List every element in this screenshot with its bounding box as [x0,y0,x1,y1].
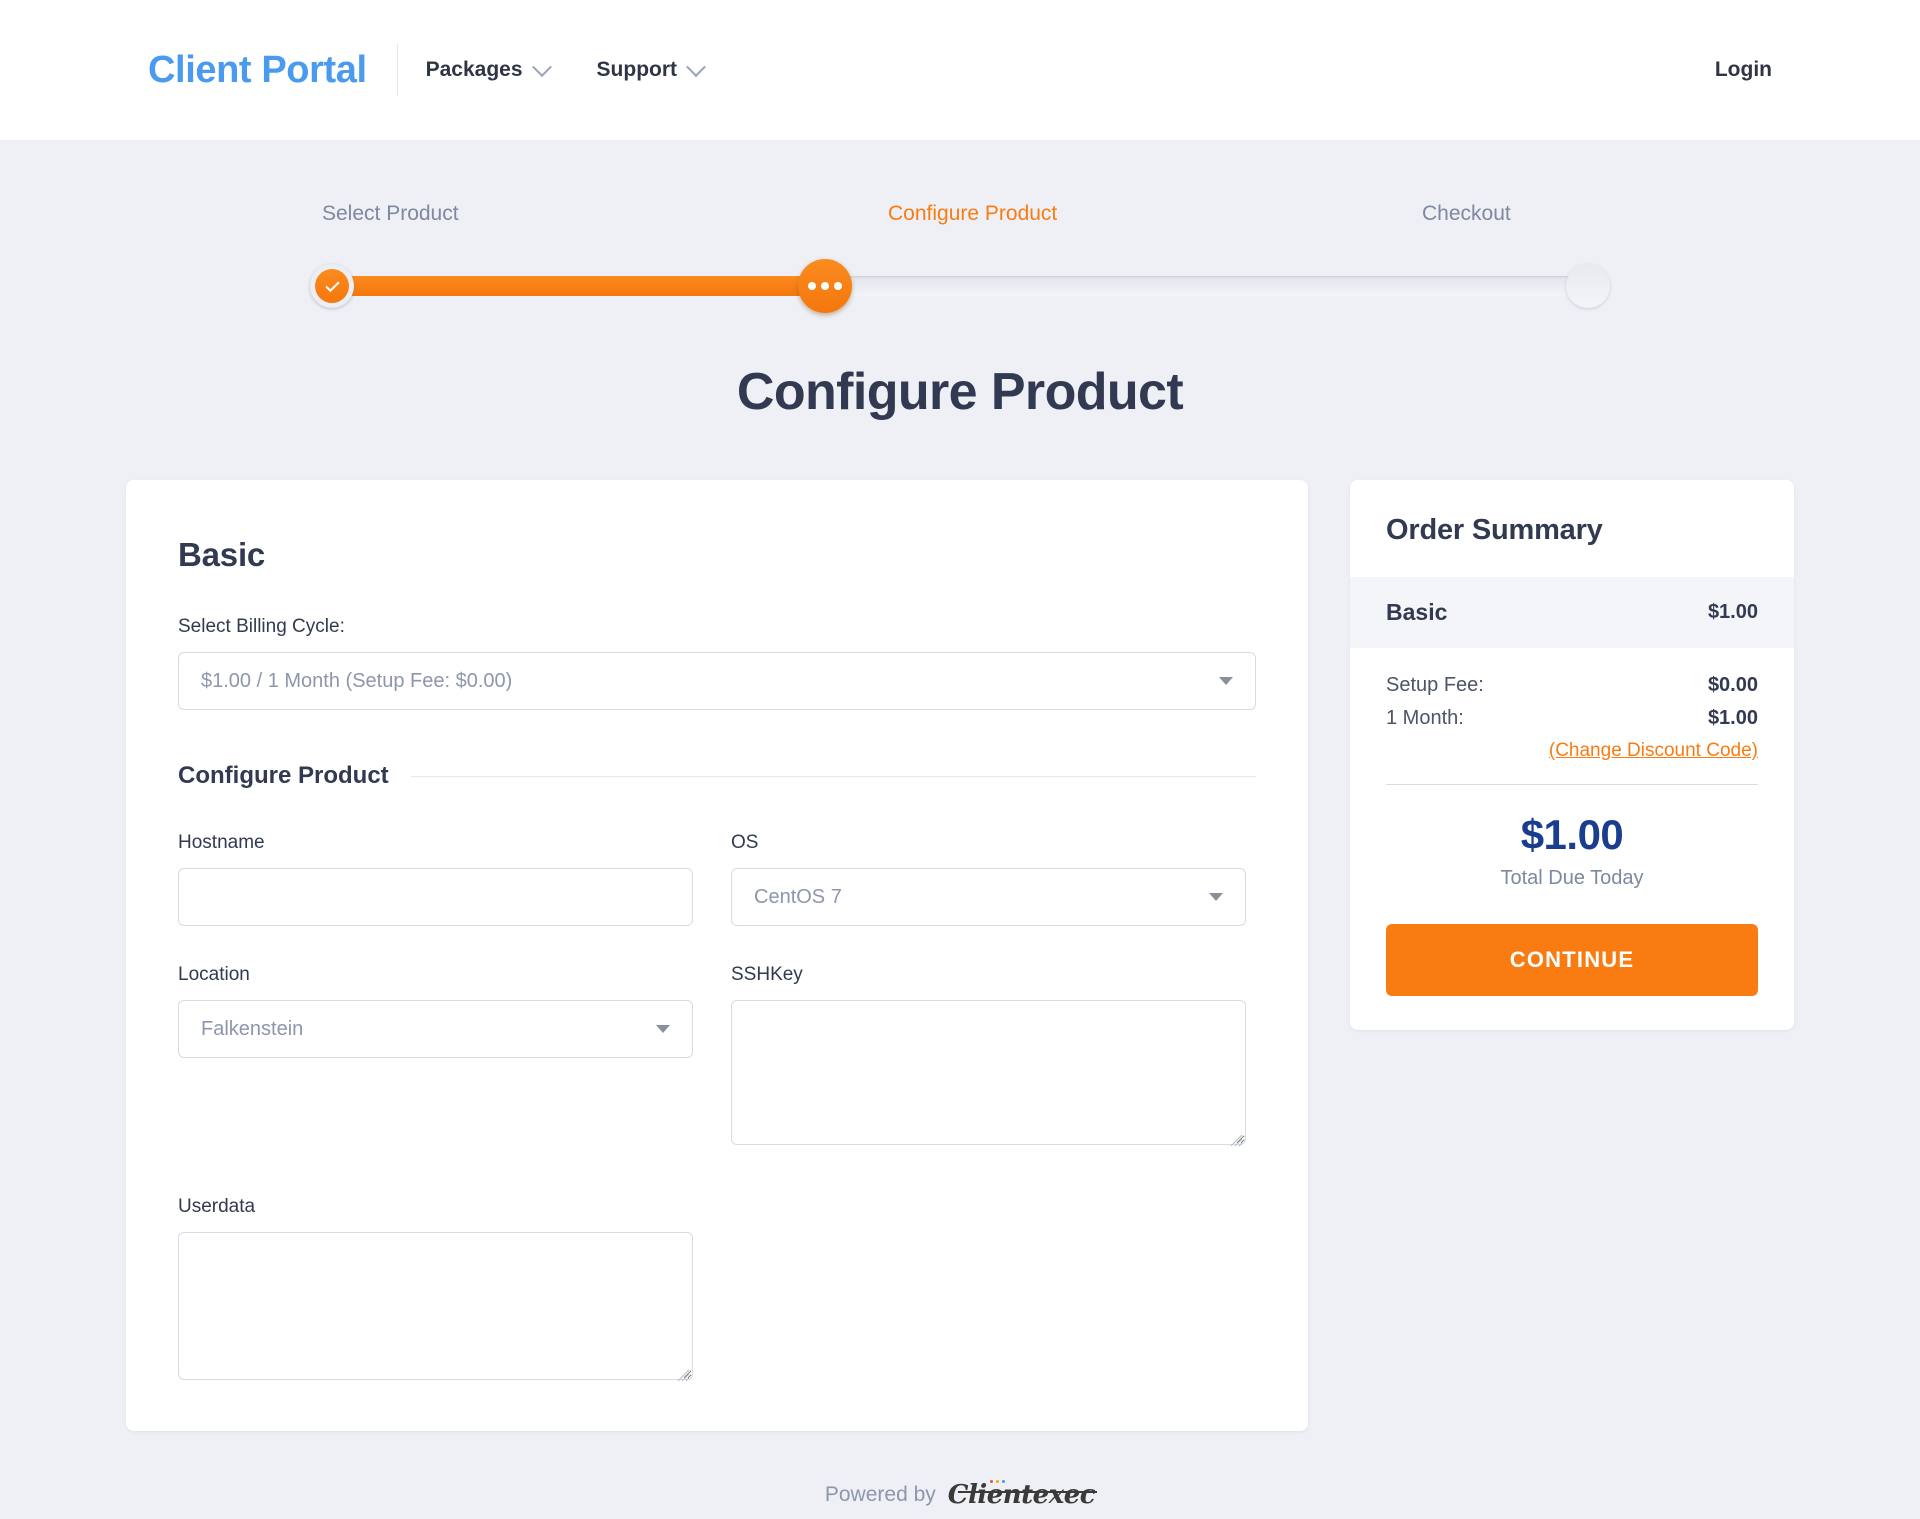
step-label-configure-product: Configure Product [888,202,1058,225]
chevron-down-icon [531,57,552,78]
page-root: Client Portal Packages Support Login Sel… [0,0,1920,1519]
location-label: Location [178,964,250,985]
location-group: Location Falkenstein [178,964,693,1150]
order-summary-total: $1.00 [1520,811,1624,858]
billing-cycle-label: Select Billing Cycle: [178,616,345,637]
os-value: CentOS 7 [754,885,842,908]
logo-dot-blue [1001,1480,1005,1483]
order-summary-line-amount: $0.00 [1707,674,1758,696]
configure-product-legend-label: Configure Product [178,762,389,789]
userdata-group: Userdata [178,1196,693,1385]
stepper-track [310,259,1610,313]
checkout-stepper: Select Product Configure Product Checkou… [310,202,1610,313]
nav-item-support[interactable]: Support [596,57,706,82]
billing-cycle-group: Select Billing Cycle: $1.00 / 1 Month (S… [178,616,1256,710]
main-nav: Packages Support [425,57,706,82]
nav-item-label: Support [596,58,678,81]
order-summary-product-price: $1.00 [1707,601,1758,623]
ellipsis-dot-icon [821,282,829,290]
configure-product-card: Basic Select Billing Cycle: $1.00 / 1 Mo… [126,480,1308,1431]
chevron-down-icon [1219,677,1233,685]
configure-product-legend: Configure Product [178,762,1256,790]
order-summary-line-label: 1 Month: [1386,707,1464,729]
clientexec-logo-dots [989,1480,1005,1483]
userdata-textarea-wrap [178,1232,693,1385]
chevron-down-icon [656,1025,670,1033]
spacer-col [731,1196,1246,1385]
logo-dot-red [989,1480,993,1483]
billing-cycle-select[interactable]: $1.00 / 1 Month (Setup Fee: $0.00) [178,652,1256,710]
body-wrap: Select Product Configure Product Checkou… [0,140,1920,1431]
stepper-labels: Select Product Configure Product Checkou… [310,202,1610,242]
order-summary-card: Order Summary Basic $1.00 Setup Fee: $0.… [1350,480,1794,1030]
ellipsis-dot-icon [808,282,816,290]
fields-row-1: Hostname OS CentOS 7 [178,832,1256,926]
legend-divider [410,775,1256,777]
sshkey-label: SSHKey [731,964,803,985]
content-columns: Basic Select Billing Cycle: $1.00 / 1 Mo… [126,480,1794,1431]
clientexec-logo-text: Clientexec [947,1480,1096,1510]
ellipsis-dot-icon [834,282,842,290]
order-summary-header: Order Summary [1350,480,1794,577]
os-select[interactable]: CentOS 7 [731,868,1246,926]
userdata-textarea[interactable] [178,1232,693,1380]
os-label: OS [731,832,759,853]
step-label-select-product: Select Product [322,202,459,225]
order-summary-line-label: Setup Fee: [1386,674,1484,696]
hostname-input[interactable] [178,868,693,926]
step-node-select-product[interactable] [310,264,354,308]
order-summary-line: Setup Fee: $0.00 [1386,674,1758,697]
hostname-group: Hostname [178,832,693,926]
section-title-basic: Basic [178,536,266,573]
os-group: OS CentOS 7 [731,832,1246,926]
logo-dot-yellow [995,1480,999,1483]
sshkey-group: SSHKey [731,964,1246,1150]
site-footer: Powered by Clientexec [0,1431,1920,1519]
nav-item-packages[interactable]: Packages [425,57,552,82]
order-summary-product-row: Basic $1.00 [1350,577,1794,648]
nav-item-label: Packages [425,58,523,81]
site-header: Client Portal Packages Support Login [0,0,1920,140]
billing-cycle-value: $1.00 / 1 Month (Setup Fee: $0.00) [201,669,513,692]
order-summary-total-caption: Total Due Today [1500,867,1644,889]
location-value: Falkenstein [201,1017,304,1040]
clientexec-logo[interactable]: Clientexec [947,1480,1098,1510]
continue-button[interactable]: CONTINUE [1386,924,1758,996]
chevron-down-icon [1209,893,1223,901]
sshkey-textarea[interactable] [731,1000,1246,1145]
change-discount-code-row: (Change Discount Code) [1386,740,1758,762]
order-summary-product-name: Basic [1386,599,1448,625]
stepper-track-progress [332,276,842,296]
powered-by-label: Powered by [824,1483,936,1506]
sshkey-textarea-wrap [731,1000,1246,1150]
step-node-configure-product[interactable] [798,259,852,313]
location-select[interactable]: Falkenstein [178,1000,693,1058]
order-summary-line-amount: $1.00 [1707,707,1758,729]
order-summary-title: Order Summary [1386,514,1603,546]
brand-logo[interactable]: Client Portal [148,51,367,89]
step-node-inner [315,269,349,303]
userdata-label: Userdata [178,1196,256,1217]
header-divider [396,44,398,96]
step-node-checkout[interactable] [1566,264,1610,308]
order-summary-divider [1386,784,1758,785]
step-label-checkout: Checkout [1422,202,1511,225]
login-link[interactable]: Login [1715,58,1772,82]
page-title: Configure Product [736,363,1184,421]
fields-row-2: Location Falkenstein SSHKey [178,964,1256,1150]
clientexec-logo-bar [957,1491,1098,1493]
change-discount-code-link[interactable]: (Change Discount Code) [1549,740,1758,761]
hostname-label: Hostname [178,832,265,853]
check-icon [324,277,340,292]
order-summary-body: Setup Fee: $0.00 1 Month: $1.00 (Change … [1350,648,1794,1030]
fields-row-3: Userdata [178,1196,1256,1385]
order-summary-line: 1 Month: $1.00 [1386,707,1758,730]
chevron-down-icon [686,57,706,78]
